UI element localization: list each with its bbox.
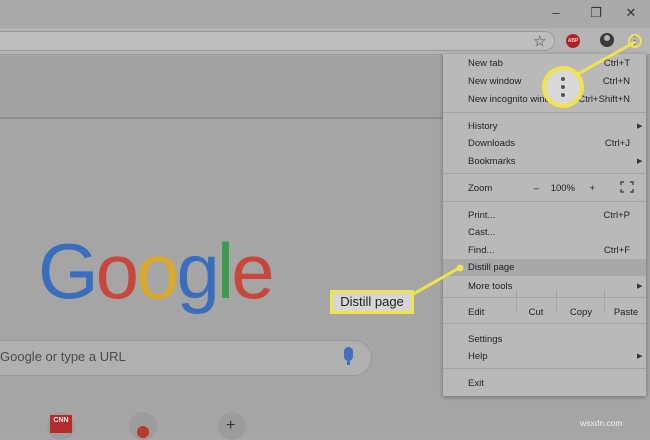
kebab-dot [561, 93, 565, 97]
kebab-dot [561, 85, 565, 89]
distill-page-callout: Distill page [330, 290, 414, 314]
callout-lines [409, 40, 636, 298]
kebab-dot [561, 77, 565, 81]
watermark: wsxdn.com [580, 418, 623, 428]
